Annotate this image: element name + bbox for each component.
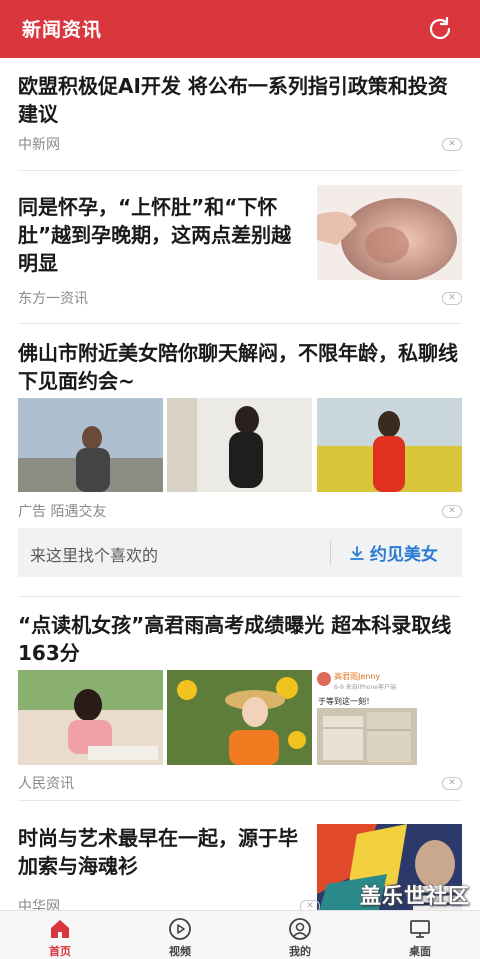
- weibo-text: 于等到这一刻！: [318, 697, 374, 706]
- article-headline[interactable]: 佛山市附近美女陪你聊天解闷，不限年龄，私聊线下见面约会~: [18, 339, 462, 395]
- article-source: 中新网: [18, 137, 60, 153]
- divider: [18, 800, 462, 801]
- tab-label: 视频: [169, 945, 191, 958]
- divider: [18, 596, 462, 597]
- divider: [18, 170, 462, 171]
- refresh-icon[interactable]: [426, 15, 454, 43]
- article-headline[interactable]: 时尚与艺术最早在一起，源于毕加索与海魂衫: [18, 824, 308, 880]
- cta-prompt: 来这里找个喜欢的: [30, 546, 159, 565]
- ad-cta-bar[interactable]: 来这里找个喜欢的 约见美女: [18, 528, 462, 577]
- user-icon: [289, 918, 311, 940]
- article-source: 中华网: [18, 899, 60, 910]
- news-feed[interactable]: 欧盟积极促AI开发 将公布一系列指引政策和投资建议 中新网 ✕ 同是怀孕，“上怀…: [0, 58, 480, 910]
- cta-button[interactable]: 约见美女: [350, 540, 438, 565]
- article-card[interactable]: “点读机女孩”高君雨高考成绩曝光 超本科录取线163分: [18, 611, 462, 667]
- home-icon: [51, 920, 69, 938]
- cta-label: 约见美女: [369, 545, 438, 565]
- divider: [330, 541, 331, 565]
- ad-image[interactable]: [167, 398, 312, 492]
- tab-video[interactable]: 视频: [140, 917, 220, 959]
- weibo-meta: 6-9 来自iPhone客户端: [334, 684, 396, 691]
- desktop-icon: [410, 920, 430, 938]
- article-headline[interactable]: 同是怀孕，“上怀肚”和“下怀肚”越到孕晚期，这两点差别越明显: [18, 193, 308, 277]
- dismiss-icon[interactable]: ✕: [442, 505, 462, 518]
- ad-image[interactable]: [18, 398, 163, 492]
- app-header: 新闻资讯: [0, 0, 480, 58]
- divider: [18, 323, 462, 324]
- article-headline[interactable]: 欧盟积极促AI开发 将公布一系列指引政策和投资建议: [18, 72, 462, 128]
- weibo-screenshot[interactable]: 高君雨Jenny 6-9 来自iPhone客户端 于等到这一刻！: [317, 670, 462, 765]
- weibo-username: 高君雨Jenny: [334, 672, 381, 681]
- article-headline[interactable]: “点读机女孩”高君雨高考成绩曝光 超本科录取线163分: [18, 611, 462, 667]
- article-card[interactable]: 同是怀孕，“上怀肚”和“下怀肚”越到孕晚期，这两点差别越明显: [18, 193, 308, 277]
- tab-mine[interactable]: 我的: [260, 917, 340, 959]
- ad-image[interactable]: [317, 398, 462, 492]
- watermark: 盖乐世社区: [360, 884, 470, 908]
- dismiss-icon[interactable]: ✕: [442, 292, 462, 305]
- article-card[interactable]: 欧盟积极促AI开发 将公布一系列指引政策和投资建议: [18, 72, 462, 128]
- download-icon: [350, 546, 364, 560]
- play-icon: [169, 918, 191, 940]
- tab-label: 首页: [49, 945, 71, 958]
- article-thumbnail[interactable]: [317, 185, 462, 280]
- bottom-tab-bar: 首页 视频 我的 桌面: [0, 910, 480, 959]
- article-thumbnail[interactable]: [18, 670, 163, 765]
- page-title: 新闻资讯: [22, 19, 103, 41]
- tab-label: 桌面: [409, 945, 431, 958]
- dismiss-icon[interactable]: ✕: [300, 900, 320, 910]
- article-source: 广告 陌遇交友: [18, 504, 107, 520]
- dismiss-icon[interactable]: ✕: [442, 138, 462, 151]
- tab-label: 我的: [289, 945, 311, 958]
- tab-desktop[interactable]: 桌面: [380, 917, 460, 959]
- ad-card[interactable]: 佛山市附近美女陪你聊天解闷，不限年龄，私聊线下见面约会~: [18, 339, 462, 395]
- article-source: 人民资讯: [18, 776, 74, 792]
- tab-home[interactable]: 首页: [20, 917, 100, 959]
- avatar: [317, 672, 331, 686]
- article-card[interactable]: 时尚与艺术最早在一起，源于毕加索与海魂衫: [18, 824, 308, 880]
- article-source: 东方一资讯: [18, 291, 88, 307]
- article-thumbnail[interactable]: [167, 670, 312, 765]
- dismiss-icon[interactable]: ✕: [442, 777, 462, 790]
